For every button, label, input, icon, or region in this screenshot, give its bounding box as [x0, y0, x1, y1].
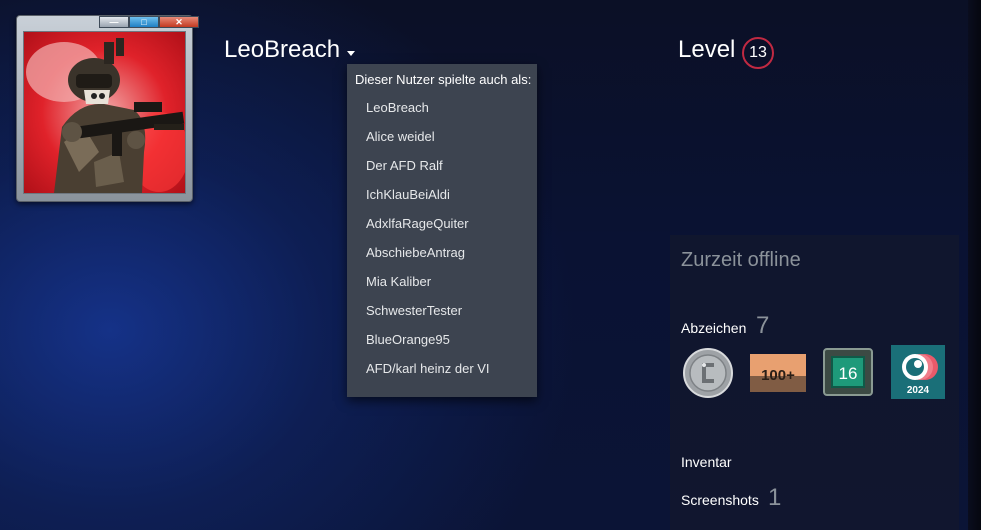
badge-100-text: 100+	[761, 367, 795, 384]
alias-item[interactable]: AbschiebeAntrag	[347, 238, 537, 267]
100-plus-badge-icon[interactable]: 100+	[750, 354, 806, 397]
alias-item[interactable]: SchwesterTester	[347, 296, 537, 325]
alias-item[interactable]: IchKlauBeiAldi	[347, 180, 537, 209]
maximize-button[interactable]: □	[129, 16, 159, 28]
avatar[interactable]	[23, 31, 186, 194]
alias-item[interactable]: AdxlfaRageQuiter	[347, 209, 537, 238]
profile-sidebar: Zurzeit offline Abzeichen 7 100+ 16 2024…	[670, 235, 959, 530]
page-right-edge	[968, 0, 981, 530]
alias-item[interactable]: Mia Kaliber	[347, 267, 537, 296]
alias-item[interactable]: AFD/karl heinz der VI	[347, 354, 537, 383]
online-status: Zurzeit offline	[681, 249, 801, 271]
alias-list: LeoBreach Alice weidel Der AFD Ralf IchK…	[347, 93, 537, 383]
years-of-service-badge-icon[interactable]: 16	[823, 348, 873, 401]
alias-dropdown-header: Dieser Nutzer spielte auch als:	[355, 72, 532, 87]
badges-link[interactable]: Abzeichen	[681, 320, 746, 336]
level-label: Level	[678, 36, 736, 63]
alias-item[interactable]: BlueOrange95	[347, 325, 537, 354]
level-badge[interactable]: 13	[742, 37, 774, 69]
alias-item[interactable]: Der AFD Ralf	[347, 151, 537, 180]
alias-item[interactable]: Alice weidel	[347, 122, 537, 151]
minimize-button[interactable]: —	[99, 16, 129, 28]
avatar-frame[interactable]: — □ ✕	[16, 15, 199, 202]
close-button[interactable]: ✕	[159, 16, 199, 28]
badge-2024-text: 2024	[907, 385, 930, 396]
alias-history-dropdown: Dieser Nutzer spielte auch als: LeoBreac…	[347, 64, 537, 397]
inventory-link[interactable]: Inventar	[681, 454, 732, 470]
screenshots-link[interactable]: Screenshots	[681, 492, 759, 508]
screenshots-count[interactable]: 1	[768, 484, 781, 512]
window-controls: — □ ✕	[99, 16, 199, 28]
steam-replay-badge-icon[interactable]: 2024	[891, 345, 945, 404]
silver-coin-badge-icon[interactable]	[682, 347, 734, 404]
alias-item[interactable]: LeoBreach	[347, 93, 537, 122]
chevron-down-icon[interactable]	[347, 51, 355, 56]
persona-name[interactable]: LeoBreach	[224, 36, 340, 64]
badge-16-text: 16	[839, 364, 858, 383]
badges-count[interactable]: 7	[756, 312, 769, 340]
soldier-avatar-icon	[26, 38, 185, 193]
